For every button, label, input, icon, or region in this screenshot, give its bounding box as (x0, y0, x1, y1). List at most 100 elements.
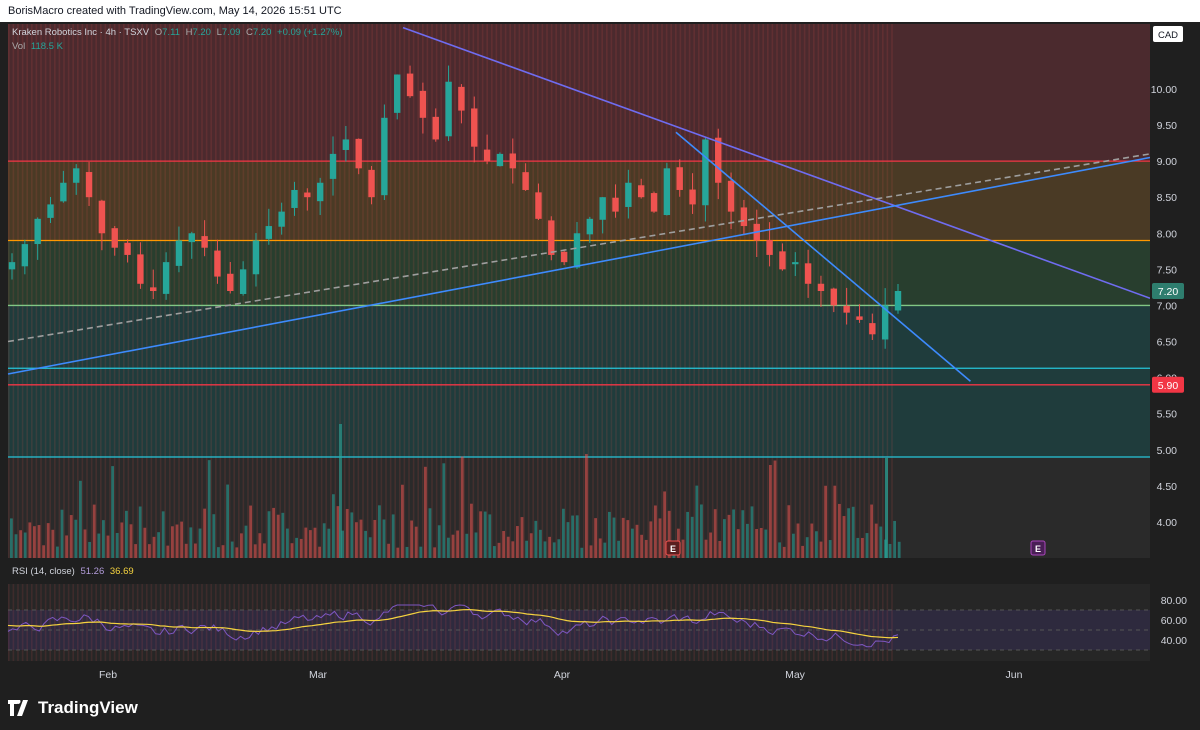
rsi-session-stripe (228, 584, 231, 661)
volume-bar (769, 464, 772, 558)
session-stripe (238, 24, 240, 558)
rsi-session-stripe (546, 584, 548, 661)
session-stripe (757, 24, 760, 558)
session-stripe (403, 24, 406, 558)
session-stripe (353, 24, 355, 558)
session-stripe (380, 24, 383, 558)
volume-bar (83, 529, 87, 558)
volume-bar (69, 515, 73, 558)
candle-body (162, 262, 170, 294)
volume-bar (759, 527, 763, 558)
candle-body (458, 86, 465, 111)
candle-body (34, 218, 41, 245)
rsi-session-stripe (767, 584, 769, 661)
candle-body (406, 73, 414, 97)
open-value: 7.11 (162, 27, 180, 38)
volume-bar (244, 525, 248, 558)
volume-bar (373, 519, 377, 558)
session-stripe (408, 24, 410, 558)
session-stripe (684, 24, 686, 558)
rsi-session-stripe (886, 584, 889, 661)
candle-body (522, 172, 529, 190)
price-axis[interactable]: 10.009.509.008.508.007.507.006.506.005.5… (1150, 24, 1200, 558)
rsi-session-stripe (169, 584, 171, 661)
rsi-session-stripe (196, 584, 199, 661)
rsi-label[interactable]: RSI (14, close) (12, 566, 75, 577)
session-stripe (587, 24, 590, 558)
chart-canvas[interactable]: EE 10.009.509.008.508.007.507.006.506.00… (0, 22, 1200, 686)
price-tick-label: 4.50 (1157, 481, 1178, 493)
volume-bar (746, 523, 749, 558)
rsi-session-stripe (192, 584, 194, 661)
session-stripe (606, 24, 608, 558)
session-stripe (891, 24, 893, 558)
volume-bar (552, 542, 556, 558)
volume-bar (240, 533, 243, 558)
session-stripe (215, 24, 217, 558)
session-stripe (196, 24, 199, 558)
pane-separator (0, 558, 1200, 586)
volume-bar (695, 485, 699, 558)
volume-bar (143, 527, 147, 558)
volume-bar (295, 537, 298, 558)
session-stripe (652, 24, 654, 558)
rsi-session-stripe (509, 584, 511, 661)
rsi-session-stripe (376, 584, 378, 661)
volume-bar (166, 545, 170, 558)
session-stripe (343, 24, 346, 558)
volume-bar (318, 546, 321, 558)
session-stripe (790, 24, 792, 558)
session-stripe (182, 24, 185, 558)
rsi-session-stripe (201, 584, 203, 661)
volume-bar (364, 530, 367, 558)
session-stripe (251, 24, 254, 558)
volume-bar (111, 466, 114, 558)
volume-bar (382, 519, 386, 558)
volume-bar (148, 544, 151, 558)
rsi-session-stripe (422, 584, 424, 661)
volume-bar (161, 511, 165, 558)
volume-bar (428, 508, 432, 558)
volume-bar (451, 534, 455, 558)
session-stripe (12, 24, 15, 558)
volume-bar (410, 520, 413, 558)
rsi-session-stripe (187, 584, 189, 661)
volume-bar (171, 526, 174, 558)
tradingview-logo[interactable]: TradingView (8, 698, 138, 718)
session-stripe (859, 24, 861, 558)
volume-bar (387, 543, 390, 558)
rsi-session-stripe (555, 584, 557, 661)
volume-bar (557, 539, 561, 558)
volume-bar (424, 466, 427, 558)
rsi-session-stripe (836, 584, 838, 661)
volume-bar (870, 504, 873, 558)
volume-bar (332, 494, 335, 558)
session-stripe (491, 24, 493, 558)
volume-bar (138, 506, 142, 558)
time-axis[interactable]: Feb Mar Apr May Jun (99, 669, 1023, 681)
session-stripe (265, 24, 268, 558)
volume-bar (654, 505, 657, 558)
rsi-session-stripe (808, 584, 810, 661)
volume-bar (773, 460, 777, 558)
volume-bar (741, 510, 745, 558)
rsi-session-stripe (537, 584, 539, 661)
volume-bar (792, 533, 795, 558)
session-stripe (799, 24, 801, 558)
symbol-name[interactable]: Kraken Robotics Inc · 4h · TSXV (12, 27, 149, 38)
volume-label: Vol (12, 41, 26, 52)
rsi-session-stripe (739, 584, 741, 661)
rsi-session-stripe (141, 584, 143, 661)
candle-body (291, 189, 298, 208)
session-stripe (362, 24, 364, 558)
rsi-session-stripe (803, 584, 806, 661)
volume-bar (847, 508, 850, 558)
session-stripe (564, 24, 567, 558)
rsi-session-stripe (707, 584, 709, 661)
volume-bar (562, 508, 565, 558)
price-zones (0, 24, 1200, 661)
volume-bar (566, 522, 570, 558)
candle-body (766, 239, 773, 255)
session-stripe (481, 24, 484, 558)
volume-bar (580, 547, 584, 558)
